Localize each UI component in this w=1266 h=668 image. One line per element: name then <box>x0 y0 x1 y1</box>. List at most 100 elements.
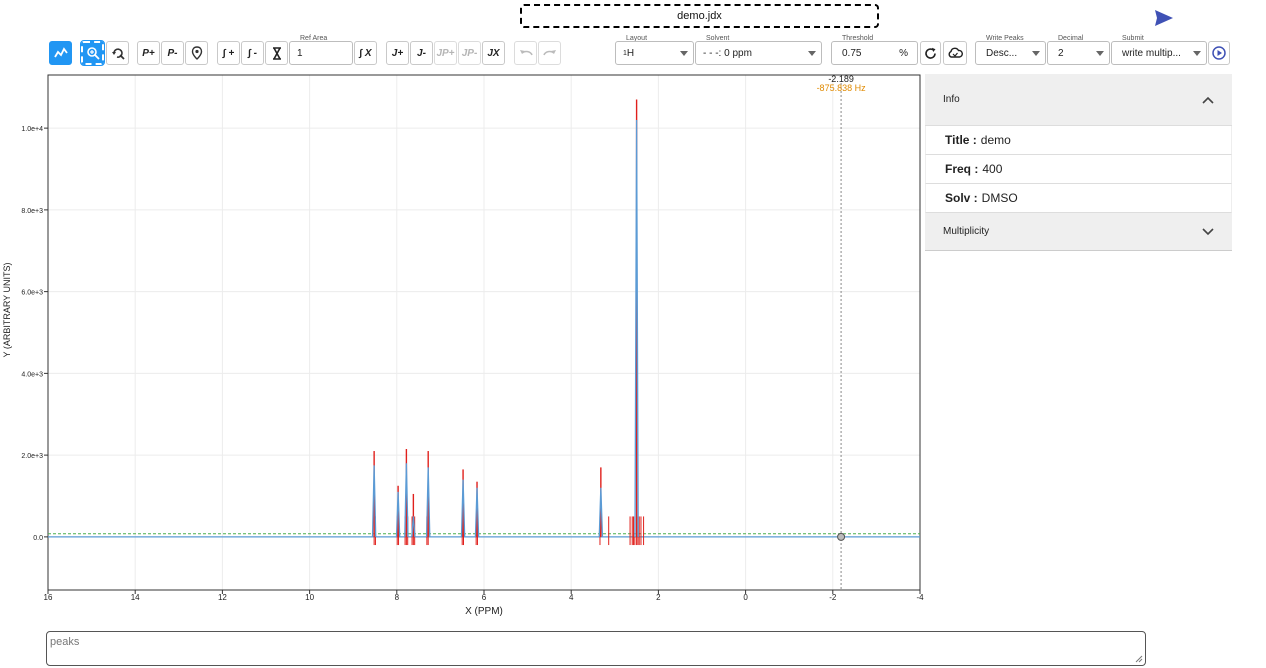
submit-value: write multip... <box>1122 47 1181 59</box>
spectrum-chart[interactable]: -2.189 -875.838 Hz 16 14 12 10 8 6 4 2 0 -2 -4 0.0… <box>0 70 925 620</box>
info-row-solvent: Solv : DMSO <box>925 184 1232 213</box>
layout-value: H <box>626 47 635 59</box>
write-peaks-value: Desc... <box>986 47 1018 59</box>
y-tick-label: 0.0 <box>33 535 43 542</box>
chevron-down-icon <box>808 51 816 56</box>
decimal-value: 2 <box>1058 47 1064 59</box>
integrate-add-label: ∫ + <box>222 47 235 59</box>
redo-icon <box>542 50 556 56</box>
peak-remove-button[interactable]: P- <box>161 41 184 65</box>
refresh-icon <box>925 47 936 59</box>
chevron-down-icon <box>680 51 688 56</box>
resize-grip-icon[interactable] <box>1135 655 1143 663</box>
pick-peak-button[interactable] <box>185 41 208 65</box>
info-header-label: Info <box>943 94 960 105</box>
undo-icon <box>519 50 533 56</box>
zoom-in-icon <box>86 47 100 60</box>
info-row-title: Title : demo <box>925 126 1232 155</box>
y-tick-label: 1.0e+4 <box>21 126 43 133</box>
play-circle-icon <box>1212 46 1226 60</box>
multiplicity-header[interactable]: Multiplicity <box>925 213 1232 251</box>
zoom-button[interactable] <box>80 40 105 66</box>
threshold-unit: % <box>899 48 908 59</box>
x-axis-ticks: 16 14 12 10 8 6 4 2 0 -2 -4 <box>44 590 924 602</box>
multiplicity-header-label: Multiplicity <box>943 226 990 237</box>
chevron-down-icon <box>1032 51 1040 56</box>
x-tick-label: 2 <box>656 593 661 602</box>
decimal-select[interactable]: 2 <box>1047 41 1110 65</box>
chevron-down-icon <box>1202 227 1214 235</box>
y-tick-label: 4.0e+3 <box>21 371 43 378</box>
peak-add-label: P+ <box>142 47 155 59</box>
write-peaks-select[interactable]: Desc... <box>975 41 1046 65</box>
refresh-button[interactable] <box>920 41 941 65</box>
jp-add-button[interactable]: JP+ <box>434 41 457 65</box>
cloud-sync-button[interactable] <box>943 41 967 65</box>
submit-run-button[interactable] <box>1208 41 1230 65</box>
info-title-value: demo <box>980 133 1011 147</box>
line-view-button[interactable] <box>49 41 72 65</box>
info-panel: Info Title : demo Freq : 400 Solv : DMSO… <box>925 74 1232 251</box>
j-reset-label: JX <box>487 47 500 59</box>
hourglass-icon <box>272 46 281 60</box>
x-tick-label: -2 <box>829 593 837 602</box>
y-axis-title: Y (ARBITRARY UNITS) <box>2 262 12 357</box>
solvent-value: - - -: 0 ppm <box>703 47 752 59</box>
chevron-up-icon <box>1202 96 1214 104</box>
info-row-freq: Freq : 400 <box>925 155 1232 184</box>
x-axis-title: X (PPM) <box>465 606 503 617</box>
integrate-sum-button[interactable] <box>265 41 288 65</box>
x-tick-label: 0 <box>743 593 748 602</box>
info-freq-value: 400 <box>982 162 1003 176</box>
x-tick-label: 12 <box>218 593 227 602</box>
x-tick-label: 16 <box>44 593 53 602</box>
info-solvent-value: DMSO <box>981 191 1018 205</box>
app-root: demo.jdx P+ P- ∫ + ∫ - Ref Area 1 ∫ X J+… <box>0 0 1266 668</box>
line-chart-icon <box>53 47 68 58</box>
j-remove-button[interactable]: J- <box>410 41 433 65</box>
integrate-reset-button[interactable]: ∫ X <box>354 41 377 65</box>
zoom-reset-icon <box>111 48 125 60</box>
x-tick-label: 14 <box>131 593 140 602</box>
info-header[interactable]: Info <box>925 74 1232 126</box>
j-reset-button[interactable]: JX <box>482 41 505 65</box>
x-tick-label: 10 <box>305 593 314 602</box>
jp-add-label: JP+ <box>436 47 455 59</box>
peaks-placeholder: peaks <box>50 636 80 648</box>
file-name-box[interactable]: demo.jdx <box>520 4 879 28</box>
ref-area-input[interactable]: 1 <box>289 41 353 65</box>
peak-add-button[interactable]: P+ <box>137 41 160 65</box>
integrate-add-button[interactable]: ∫ + <box>217 41 240 65</box>
redo-button[interactable] <box>538 41 561 65</box>
solvent-select[interactable]: - - -: 0 ppm <box>695 41 822 65</box>
x-tick-label: 6 <box>482 593 487 602</box>
peaks-textarea[interactable]: peaks <box>46 631 1146 666</box>
threshold-value: 0.75 <box>842 47 862 59</box>
y-tick-label: 2.0e+3 <box>21 453 43 460</box>
y-axis-ticks: 0.0 2.0e+3 4.0e+3 6.0e+3 8.0e+3 1.0e+4 <box>21 126 48 542</box>
chart-grid <box>47 75 921 590</box>
integrate-reset-label: ∫ X <box>359 47 372 59</box>
chevron-down-icon <box>1096 51 1104 56</box>
send-button[interactable] <box>1153 8 1175 28</box>
j-remove-label: J- <box>417 47 426 59</box>
peak-remove-label: P- <box>167 47 178 59</box>
info-freq-label: Freq : <box>945 162 979 176</box>
integrate-remove-button[interactable]: ∫ - <box>241 41 264 65</box>
file-name: demo.jdx <box>677 10 722 22</box>
x-tick-label: -4 <box>916 593 924 602</box>
chevron-down-icon <box>1193 51 1201 56</box>
j-add-button[interactable]: J+ <box>386 41 409 65</box>
layout-select[interactable]: 1H <box>615 41 694 65</box>
submit-select[interactable]: write multip... <box>1111 41 1207 65</box>
map-pin-icon <box>191 46 202 60</box>
jp-remove-button[interactable]: JP- <box>458 41 481 65</box>
undo-button[interactable] <box>514 41 537 65</box>
x-tick-label: 4 <box>569 593 574 602</box>
threshold-input[interactable]: 0.75 % <box>831 41 918 65</box>
send-icon <box>1155 10 1173 26</box>
zoom-reset-button[interactable] <box>106 41 129 65</box>
cursor-hz-readout: -875.838 Hz <box>817 83 867 93</box>
y-tick-label: 8.0e+3 <box>21 208 43 215</box>
y-tick-label: 6.0e+3 <box>21 290 43 297</box>
